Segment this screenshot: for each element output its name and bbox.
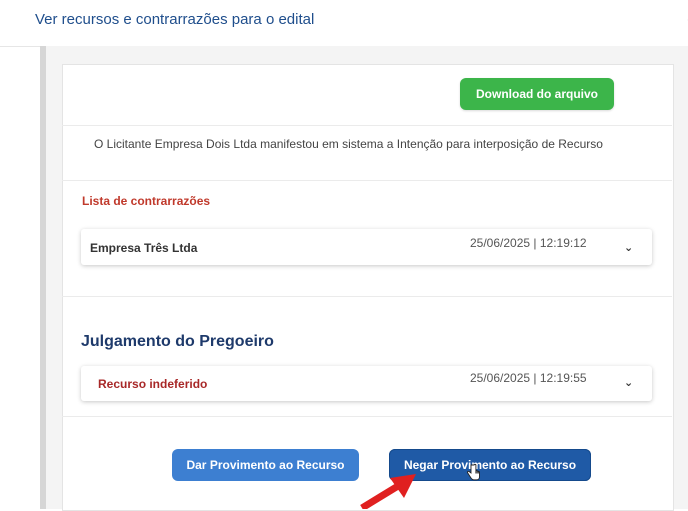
divider (62, 416, 672, 417)
divider (62, 296, 672, 297)
chevron-down-icon[interactable]: ⌄ (624, 241, 633, 254)
red-arrow-icon (360, 474, 416, 509)
grant-appeal-button[interactable]: Dar Provimento ao Recurso (172, 449, 359, 481)
counterargument-item[interactable]: Empresa Três Ltda 25/06/2025 | 12:19:12 … (81, 229, 652, 265)
deny-appeal-button[interactable]: Negar Provimento ao Recurso (389, 449, 591, 481)
download-file-button[interactable]: Download do arquivo (460, 78, 614, 110)
judgment-title: Julgamento do Pregoeiro (81, 333, 274, 350)
chevron-down-icon[interactable]: ⌄ (624, 376, 633, 389)
modal-title: Ver recursos e contrarrazões para o edit… (35, 11, 315, 28)
judgment-datetime: 25/06/2025 | 12:19:55 (470, 371, 587, 385)
divider (62, 180, 672, 181)
hand-pointer-icon (467, 464, 480, 481)
judgment-result: Recurso indeferido (98, 377, 208, 391)
submission-datetime: 25/06/2025 | 12:19:12 (470, 236, 587, 250)
appeal-panel (62, 64, 674, 511)
judgment-result-item[interactable]: Recurso indeferido 25/06/2025 | 12:19:55… (81, 366, 652, 401)
appeal-intention-text: O Licitante Empresa Dois Ltda manifestou… (94, 137, 603, 151)
divider (62, 125, 672, 126)
company-name: Empresa Três Ltda (90, 241, 198, 255)
counterarguments-label: Lista de contrarrazões (82, 194, 211, 208)
modal-header: Ver recursos e contrarrazões para o edit… (0, 0, 688, 47)
